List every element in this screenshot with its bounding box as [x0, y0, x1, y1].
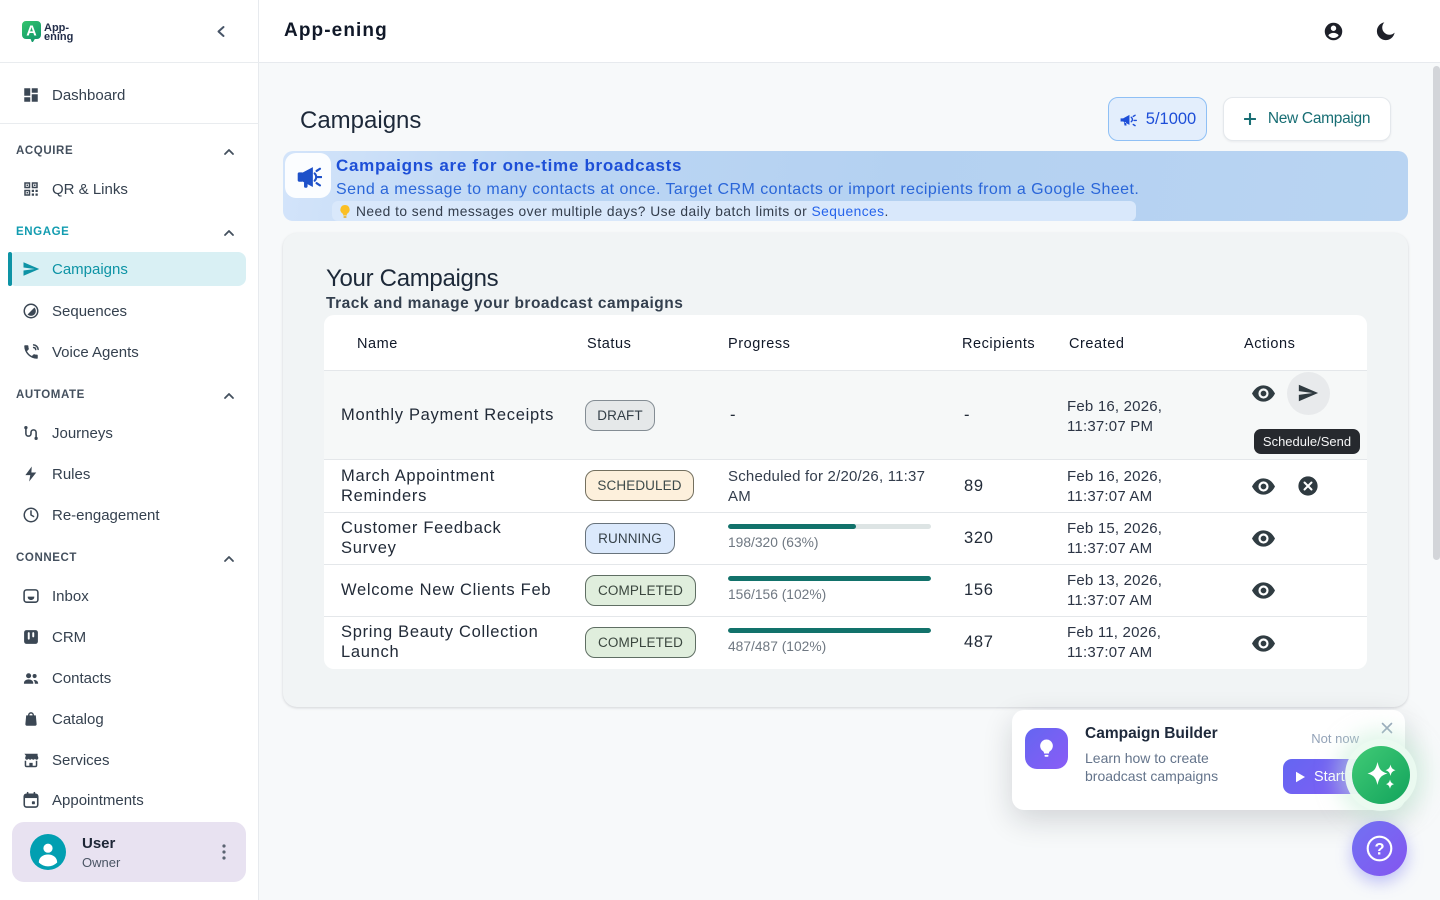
svg-text:?: ?	[1374, 841, 1384, 859]
svg-text:A: A	[26, 24, 37, 40]
